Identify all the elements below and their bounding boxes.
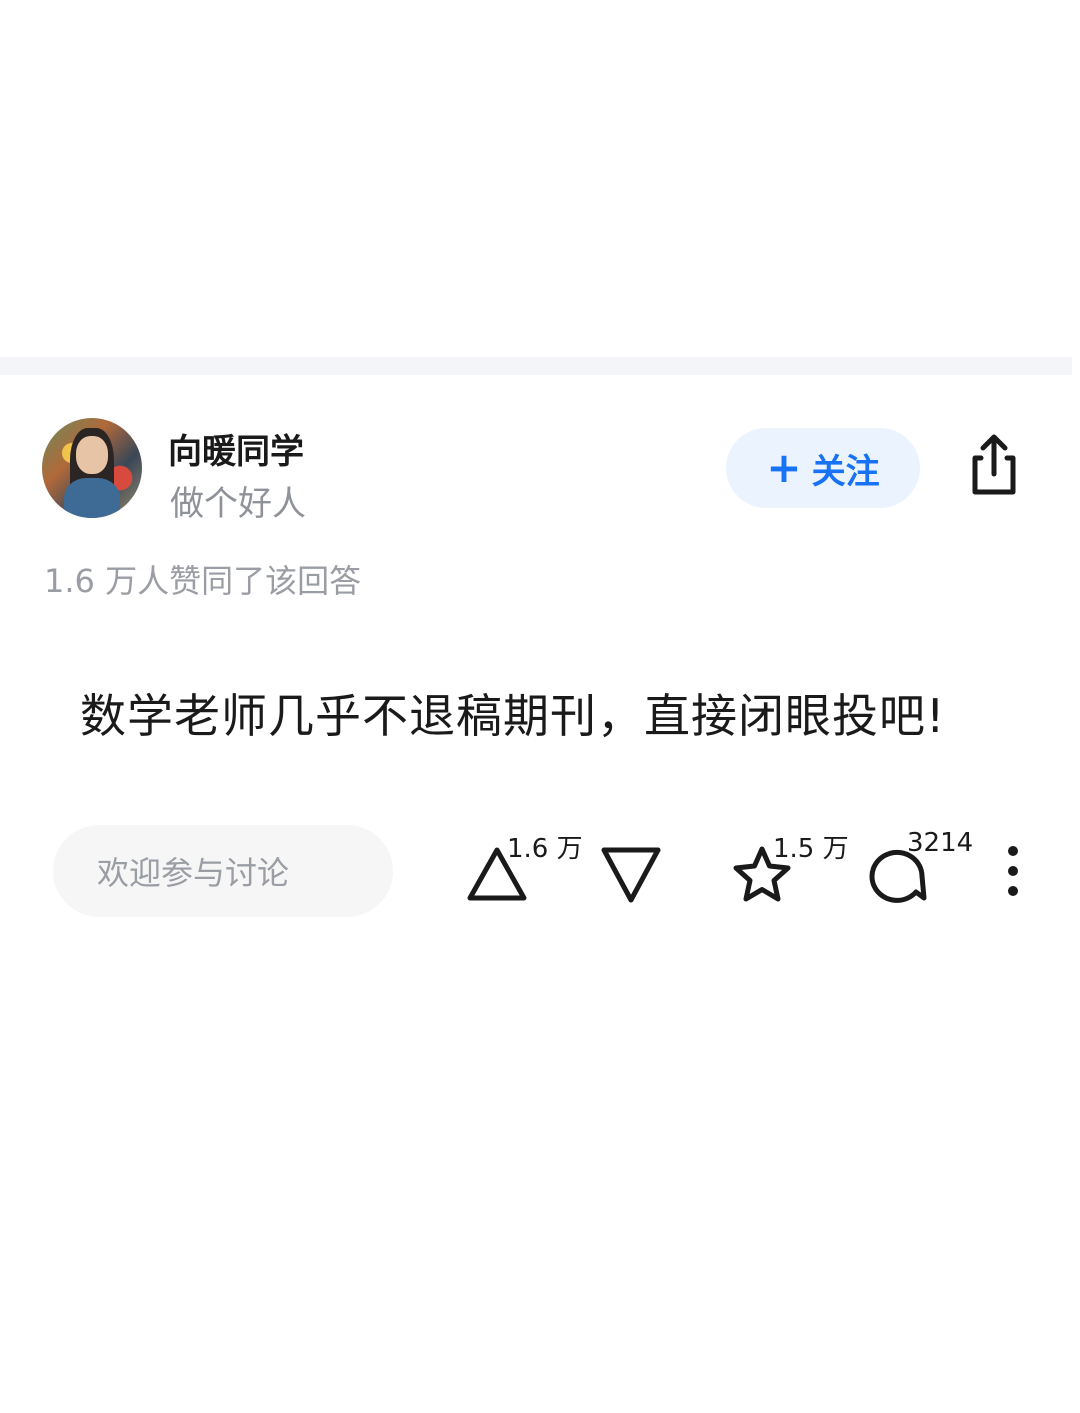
share-button[interactable] bbox=[963, 432, 1023, 498]
upvote-count: 1.6 万 bbox=[507, 834, 583, 864]
approval-count-text: 1.6 万人赞同了该回答 bbox=[44, 562, 362, 600]
author-tagline: 做个好人 bbox=[170, 484, 306, 524]
downvote-button[interactable] bbox=[600, 846, 662, 904]
avatar-face bbox=[76, 436, 108, 474]
follow-label: 关注 bbox=[811, 451, 880, 492]
downvote-icon bbox=[601, 847, 661, 903]
more-options-button[interactable] bbox=[1000, 846, 1026, 900]
comment-input[interactable]: 欢迎参与讨论 bbox=[53, 825, 393, 917]
avatar[interactable] bbox=[42, 418, 142, 518]
more-icon bbox=[1000, 846, 1026, 896]
comment-placeholder: 欢迎参与讨论 bbox=[97, 854, 290, 892]
answer-body[interactable]: 数学老师几乎不退稿期刊，直接闭眼投吧! bbox=[80, 680, 945, 746]
favorite-count: 1.5 万 bbox=[773, 834, 849, 864]
follow-button[interactable]: + 关注 bbox=[726, 428, 920, 508]
author-name[interactable]: 向暖同学 bbox=[168, 424, 304, 473]
plus-icon: + bbox=[766, 443, 802, 492]
avatar-body bbox=[64, 478, 120, 518]
share-icon bbox=[972, 434, 1016, 495]
section-divider bbox=[0, 357, 1072, 375]
comment-count: 3214 bbox=[907, 828, 974, 858]
